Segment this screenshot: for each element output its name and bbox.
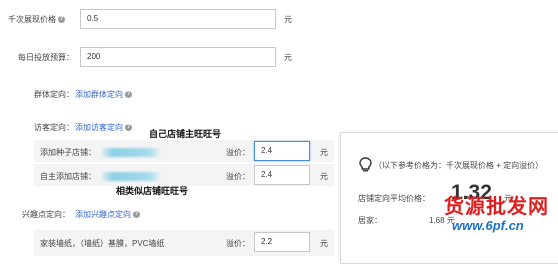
shop-targeting-avg-label: 店铺定向平均价格： xyxy=(358,194,430,203)
seed-bid-input[interactable]: 2.4 xyxy=(254,141,310,161)
own-shop-annotation: 自己店铺主旺旺号 xyxy=(149,129,222,139)
question-circle-icon[interactable]: ? xyxy=(125,91,132,99)
visitor-targeting-label: 访客定向： xyxy=(34,123,74,132)
interest-bid-input[interactable]: 2.2 xyxy=(254,232,310,252)
cpm-price-row: 千次展现价格? xyxy=(8,14,65,25)
auto-bid-unit: 元 xyxy=(320,172,328,181)
seed-bid-label: 溢价： xyxy=(226,148,250,157)
daily-budget-input[interactable]: 200 xyxy=(80,47,276,67)
auto-bid-input[interactable]: 2.4 xyxy=(254,165,310,185)
daily-budget-label: 每日投放预算： xyxy=(18,53,74,62)
visitor-targeting-add[interactable]: 添加访客定向? xyxy=(75,122,132,133)
cpm-price-unit: 元 xyxy=(284,15,292,24)
crowd-targeting-label: 群体定向： xyxy=(34,90,74,99)
cpm-price-label: 千次展现价格 xyxy=(8,15,56,24)
question-circle-icon[interactable]: ? xyxy=(58,16,65,24)
watermark-url: www.6pf.cn xyxy=(452,218,524,233)
interest-targeting-label: 兴趣点定向： xyxy=(22,210,70,219)
question-circle-icon[interactable]: ? xyxy=(133,211,140,219)
redacted-shop-name xyxy=(100,172,162,181)
reference-price-hint: （以下参考价格为：千次展现价格 + 定向溢价） xyxy=(374,161,544,170)
home-category-price: 1.68 xyxy=(429,216,445,225)
similar-shop-annotation: 相类似店铺旺旺号 xyxy=(116,186,189,196)
interest-bid-unit: 元 xyxy=(320,239,328,248)
add-visitor-targeting-link[interactable]: 添加访客定向 xyxy=(75,123,123,132)
seed-bid-unit: 元 xyxy=(320,148,328,157)
auto-shop-label: 自主添加店铺： xyxy=(40,172,96,181)
auto-bid-label: 溢价： xyxy=(226,172,250,181)
add-interest-targeting-link[interactable]: 添加兴趣点定向 xyxy=(75,210,131,219)
watermark-title: 货源批发网 xyxy=(444,194,549,218)
cpm-price-input[interactable]: 0.5 xyxy=(80,9,276,29)
crowd-targeting-add[interactable]: 添加群体定向? xyxy=(75,89,132,100)
redacted-shop-name xyxy=(100,148,162,157)
home-category-label: 居家： xyxy=(358,216,382,225)
interest-targeting-add[interactable]: 添加兴趣点定向? xyxy=(75,209,140,220)
interest-item-label: 家装墙纸，（墙纸）基膜，PVC墙纸 xyxy=(40,239,165,248)
lightbulb-icon xyxy=(359,157,372,175)
seed-shop-label: 添加种子店铺： xyxy=(40,148,96,157)
daily-budget-unit: 元 xyxy=(284,53,292,62)
add-crowd-targeting-link[interactable]: 添加群体定向 xyxy=(75,90,123,99)
interest-bid-label: 溢价： xyxy=(226,239,250,248)
question-circle-icon[interactable]: ? xyxy=(125,124,132,132)
